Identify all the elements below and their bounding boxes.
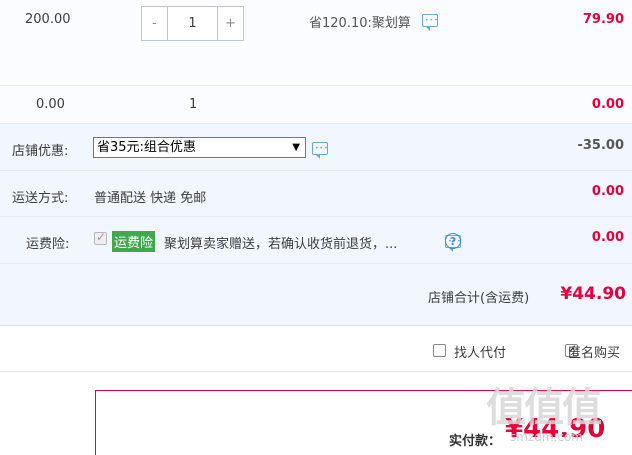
shop-promo-selected: 省35元:组合优惠 <box>97 140 196 155</box>
insurance-text: 聚划算卖家赠送，若确认收货前退货，... <box>164 237 398 252</box>
shop-promo-amount: -35.00 <box>577 138 624 153</box>
quantity-stepper: - 1 + <box>141 6 244 41</box>
watermark-logo: 值值值 <box>486 384 602 431</box>
payment-options-row: 找人代付 匿名购买 <box>0 326 632 372</box>
shop-total-value: ¥44.90 <box>560 284 626 304</box>
insurance-amount: 0.00 <box>591 230 624 245</box>
shop-promo-row: 店铺优惠: 省35元:组合优惠 ▼ ••• -35.00 <box>0 124 632 171</box>
item-subtotal: 79.90 <box>582 12 624 27</box>
item-row: 200.00 - 1 + 省120.10:聚划算 ••• 79.90 <box>0 0 632 86</box>
insurance-badge: 运费险 <box>112 231 156 252</box>
dropdown-arrow-icon: ▼ <box>292 142 300 153</box>
shipping-label: 运送方式: <box>12 191 69 206</box>
item-price: 200.00 <box>25 12 71 27</box>
quantity-input[interactable]: 1 <box>168 7 217 40</box>
message-icon[interactable]: ••• <box>312 142 328 159</box>
service-price: 0.00 <box>36 97 65 112</box>
decrease-button[interactable]: - <box>142 7 168 40</box>
service-qty: 1 <box>189 97 198 112</box>
increase-button[interactable]: + <box>217 7 243 40</box>
service-row: 0.00 1 0.00 <box>0 86 632 124</box>
service-amount: 0.00 <box>591 97 624 112</box>
shipping-method: 普通配送 快递 免邮 <box>94 191 207 206</box>
shop-total-row: 店铺合计(含运费) ¥44.90 <box>0 264 632 326</box>
savings-text: 省120.10:聚划算 <box>309 16 411 31</box>
watermark-url: smzdm.com <box>510 430 583 444</box>
anonymous-label[interactable]: 匿名购买 <box>568 342 620 361</box>
shop-total-label: 店铺合计(含运费) <box>428 291 530 306</box>
insurance-checkbox[interactable] <box>94 230 107 245</box>
help-icon[interactable]: ? <box>445 233 461 249</box>
message-icon[interactable]: ••• <box>422 14 438 31</box>
proxy-pay-checkbox[interactable] <box>433 344 446 357</box>
shipping-row: 运送方式: 普通配送 快递 免邮 0.00 <box>0 171 632 217</box>
insurance-label: 运费险: <box>26 237 70 252</box>
proxy-pay-label[interactable]: 找人代付 <box>454 342 506 361</box>
insurance-row: 运费险: 运费险 聚划算卖家赠送，若确认收货前退货，... ••• ? 0.00 <box>0 217 632 264</box>
shipping-amount: 0.00 <box>591 184 624 199</box>
shop-promo-label: 店铺优惠: <box>12 144 69 159</box>
shop-promo-select[interactable]: 省35元:组合优惠 ▼ <box>93 137 306 158</box>
